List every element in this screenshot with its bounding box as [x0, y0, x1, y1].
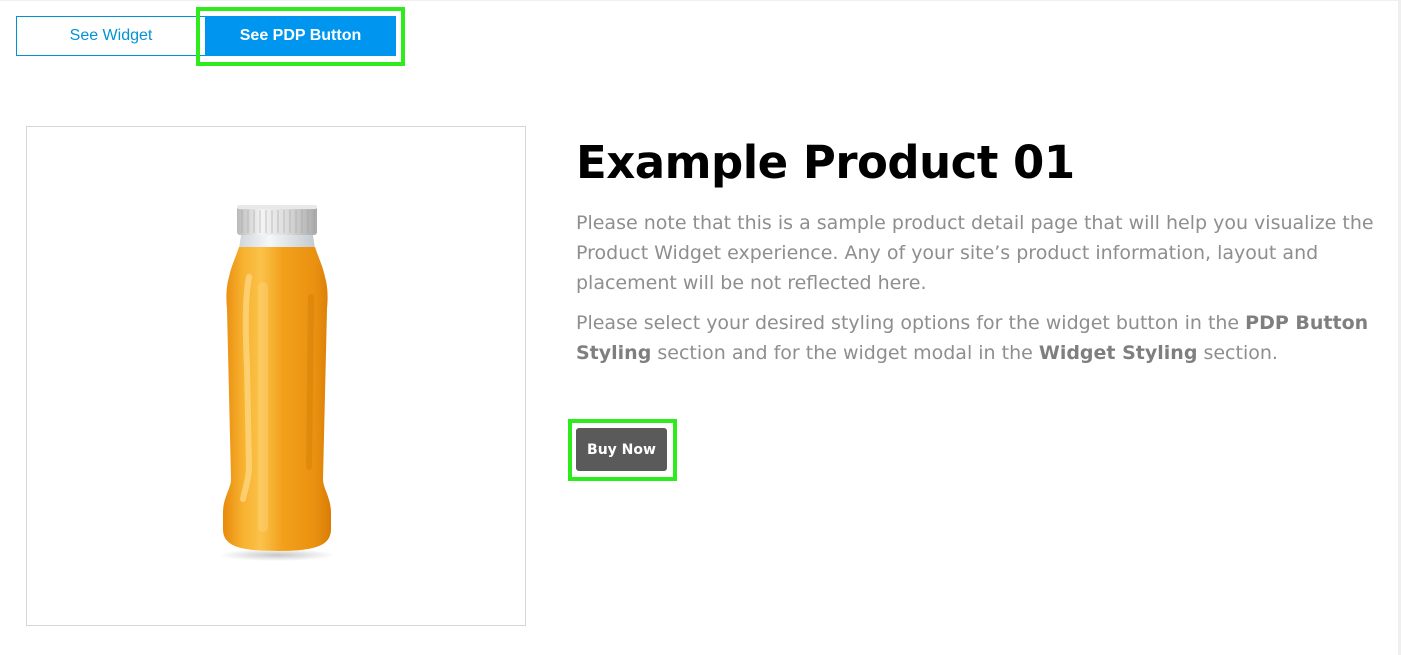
instructions-text-1: Please select your desired styling optio… [576, 312, 1246, 334]
widget-styling-label: Widget Styling [1038, 342, 1198, 364]
instructions-text-3: section. [1197, 342, 1278, 364]
product-image [26, 126, 526, 626]
instructions-text-2: section and for the widget modal in the [651, 342, 1039, 364]
top-divider [0, 0, 1398, 1]
buy-now-button[interactable]: Buy Now [576, 428, 667, 471]
tab-see-pdp-button[interactable]: See PDP Button [205, 16, 396, 56]
product-description: Please note that this is a sample produc… [576, 212, 1374, 294]
juice-bottle-icon [219, 205, 335, 561]
pdp-preview-page: See Widget See PDP Button Example Produc… [0, 0, 1401, 655]
styling-instructions: Please select your desired styling optio… [576, 308, 1376, 368]
product-title: Example Product 01 [576, 136, 1075, 189]
tab-see-widget[interactable]: See Widget [16, 16, 206, 56]
